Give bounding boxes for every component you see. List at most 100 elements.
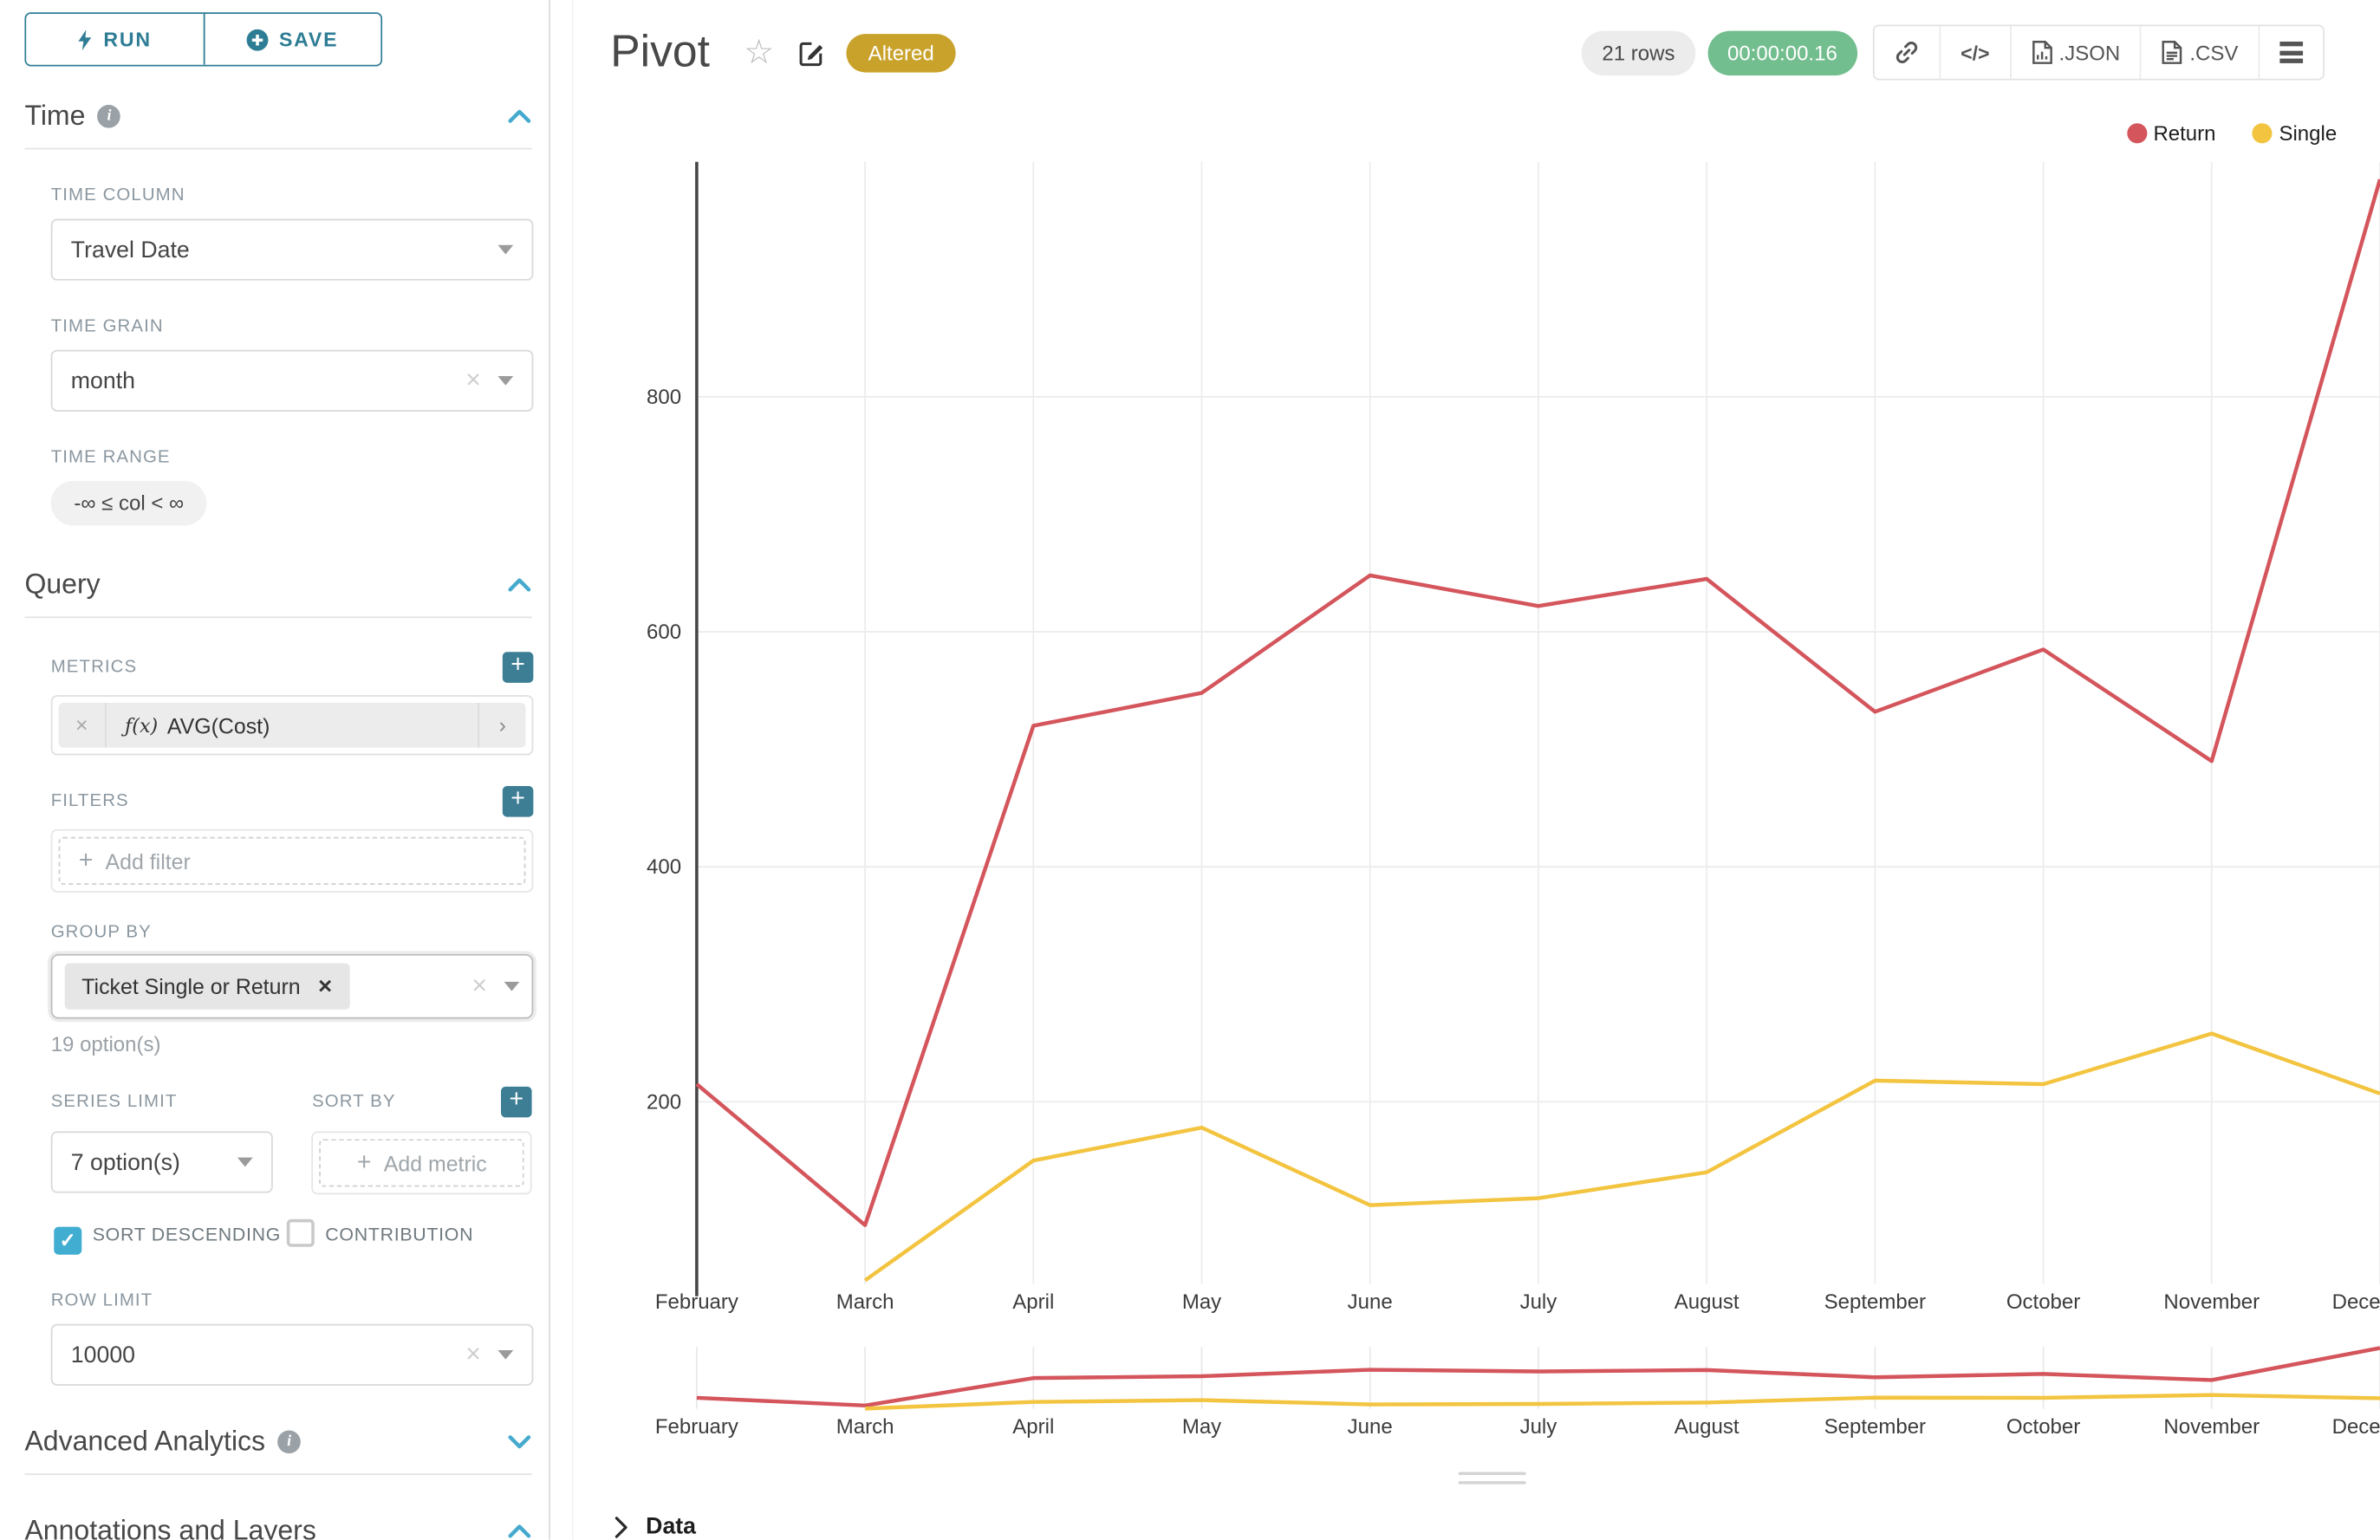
chevron-up-icon[interactable]	[507, 578, 531, 592]
data-panel-label: Data	[646, 1513, 696, 1539]
chart-title: Pivot	[610, 27, 710, 78]
save-button-label: SAVE	[279, 28, 338, 51]
metric-name: AVG(Cost)	[167, 713, 270, 738]
row-limit-select[interactable]: 10000 ×	[51, 1324, 534, 1386]
export-json-button[interactable]: .JSON	[2010, 26, 2141, 78]
row-limit-value: 10000	[71, 1342, 135, 1368]
series-line-single	[865, 1395, 2380, 1409]
link-icon	[1895, 40, 1919, 64]
time-column-value: Travel Date	[71, 237, 190, 263]
remove-tag-icon[interactable]: ✕	[317, 976, 333, 997]
chart-header: Pivot ☆ Altered 21 rows 00:00:00.16 </>	[610, 22, 2325, 83]
query-section-title: Query	[24, 569, 100, 601]
annotations-layers-header: Annotations and Layers	[24, 1515, 531, 1539]
sort-descending-option: ✓SORT DESCENDING	[54, 1219, 287, 1255]
chevron-right-icon	[614, 1514, 629, 1538]
filters-label: FILTERS	[51, 792, 129, 810]
row-limit-control: ROW LIMIT 10000 ×	[51, 1291, 534, 1385]
time-grain-select[interactable]: month ×	[51, 350, 534, 412]
chevron-up-icon[interactable]	[507, 109, 531, 123]
add-metric-button[interactable]: +	[503, 652, 534, 683]
time-range-label: TIME RANGE	[51, 449, 534, 467]
resize-drag-handle[interactable]	[1458, 1465, 1525, 1490]
control-panel: RUN SAVE Time i TIME COLUMN Travel Date	[0, 0, 550, 1540]
add-sort-metric-button[interactable]: +	[501, 1087, 532, 1118]
x-axis-label: August	[1674, 1415, 1739, 1439]
share-link-button[interactable]	[1875, 26, 1940, 78]
x-axis-label: February	[655, 1415, 738, 1439]
clear-icon[interactable]: ×	[471, 971, 487, 1002]
run-button[interactable]: RUN	[26, 14, 203, 65]
main-line-chart[interactable]: 200400600800FebruaryMarchAprilMayJuneJul…	[552, 154, 2380, 1329]
contribution-label: CONTRIBUTION	[325, 1224, 473, 1245]
time-column-select[interactable]: Travel Date	[51, 219, 534, 281]
plus-icon: +	[79, 847, 94, 874]
series-limit-control: SERIES LIMIT 7 option(s)	[51, 1087, 312, 1194]
time-column-control: TIME COLUMN Travel Date	[51, 186, 534, 280]
caret-down-icon	[237, 1158, 253, 1167]
csv-file-icon	[2162, 40, 2183, 64]
series-line-single	[865, 1034, 2380, 1281]
y-axis-tick-label: 200	[647, 1090, 681, 1114]
save-button[interactable]: SAVE	[203, 14, 380, 65]
series-limit-label: SERIES LIMIT	[51, 1087, 312, 1118]
x-axis-label: May	[1182, 1290, 1221, 1314]
series-limit-select[interactable]: 7 option(s)	[51, 1131, 273, 1192]
row-limit-label: ROW LIMIT	[51, 1291, 534, 1309]
edit-properties-icon[interactable]	[799, 39, 825, 65]
legend-label: Single	[2279, 122, 2337, 146]
x-axis-label: November	[2163, 1290, 2260, 1314]
add-filter-button[interactable]: +	[503, 786, 534, 817]
x-axis-label: April	[1012, 1290, 1054, 1314]
contribution-option: CONTRIBUTION	[287, 1219, 507, 1255]
advanced-analytics-header: Advanced Analytics i	[24, 1426, 531, 1475]
legend-label: Return	[2153, 122, 2215, 146]
favorite-star-icon[interactable]: ☆	[744, 32, 774, 72]
legend-item-single[interactable]: Single	[2253, 122, 2337, 146]
info-icon[interactable]: i	[277, 1430, 301, 1453]
add-sort-metric-dropzone[interactable]: + Add metric	[320, 1139, 524, 1186]
chevron-right-icon: ›	[478, 703, 525, 748]
series-sort-row: SERIES LIMIT 7 option(s) SORT BY + + Add…	[51, 1087, 532, 1194]
row-count-badge: 21 rows	[1582, 30, 1694, 75]
altered-badge[interactable]: Altered	[847, 33, 956, 71]
sort-by-placeholder: Add metric	[384, 1151, 487, 1175]
chart-menu-button[interactable]	[2258, 26, 2323, 78]
time-range-value[interactable]: -∞ ≤ col < ∞	[51, 481, 207, 526]
query-timer-badge: 00:00:00.16	[1707, 30, 1857, 75]
time-section-title: Time	[24, 101, 85, 133]
export-toolbar: </> .JSON .CSV	[1873, 24, 2325, 80]
remove-metric-icon[interactable]: ×	[59, 703, 107, 748]
group-by-tag: Ticket Single or Return ✕	[65, 964, 350, 1010]
sort-by-label: SORT BY	[312, 1093, 396, 1111]
metric-pill[interactable]: × ƒ(x) AVG(Cost) ›	[59, 703, 526, 748]
clear-icon[interactable]: ×	[465, 366, 481, 397]
caret-down-icon	[497, 1350, 513, 1360]
chevron-down-icon[interactable]	[507, 1435, 531, 1449]
group-by-select[interactable]: Ticket Single or Return ✕ ×	[51, 954, 534, 1019]
code-icon: </>	[1961, 41, 1989, 64]
contribution-checkbox[interactable]	[287, 1219, 315, 1247]
bolt-icon	[77, 29, 93, 50]
clear-icon[interactable]: ×	[465, 1340, 481, 1371]
x-axis-label: July	[1520, 1415, 1557, 1439]
export-csv-label: .CSV	[2189, 41, 2238, 64]
group-by-tag-label: Ticket Single or Return	[81, 974, 300, 998]
data-panel-toggle[interactable]: Data	[614, 1513, 696, 1539]
caret-down-icon	[497, 245, 513, 255]
group-by-control: GROUP BY Ticket Single or Return ✕ ×	[51, 923, 534, 1018]
mini-context-chart[interactable]: FebruaryMarchAprilMayJuneJulyAugustSepte…	[552, 1335, 2380, 1452]
sort-descending-checkbox[interactable]: ✓	[54, 1227, 81, 1255]
view-query-button[interactable]: </>	[1939, 26, 2009, 78]
export-csv-button[interactable]: .CSV	[2140, 26, 2258, 78]
x-axis-label: February	[655, 1290, 738, 1314]
x-axis-label: September	[1824, 1415, 1926, 1439]
annotations-layers-title: Annotations and Layers	[24, 1515, 315, 1539]
caret-down-icon	[497, 376, 513, 386]
chevron-up-icon[interactable]	[507, 1524, 531, 1538]
export-json-label: .JSON	[2059, 41, 2121, 64]
info-icon[interactable]: i	[98, 105, 121, 128]
legend-item-return[interactable]: Return	[2127, 122, 2215, 146]
legend-dot-icon	[2127, 123, 2147, 143]
add-filter-dropzone[interactable]: + Add filter	[59, 837, 526, 885]
